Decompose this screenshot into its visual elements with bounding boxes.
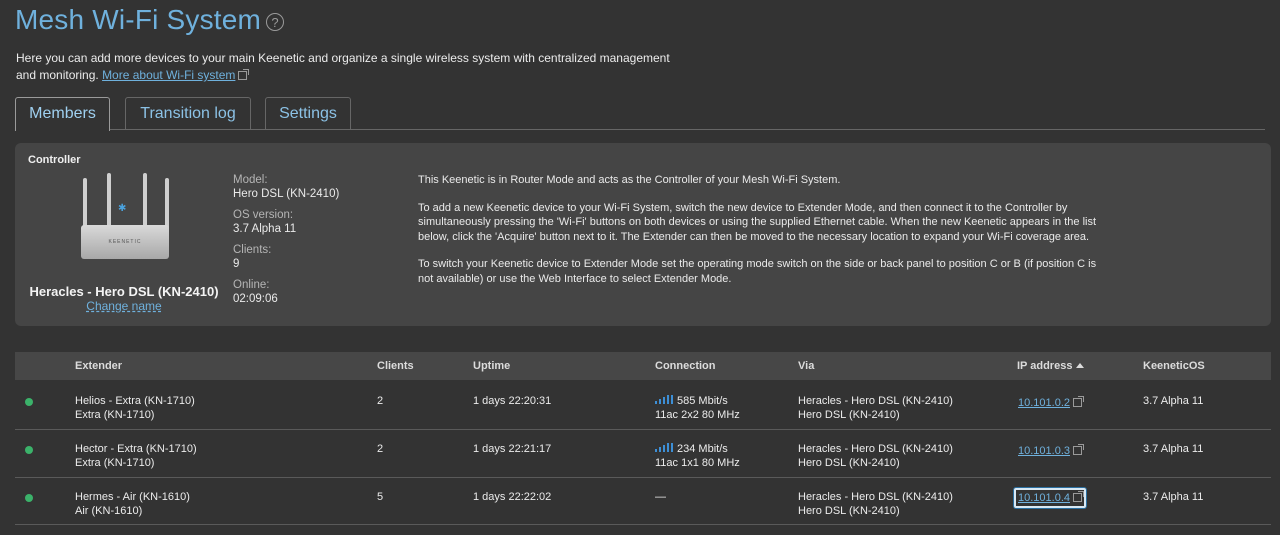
tabs-divider xyxy=(15,129,1265,130)
ip-address: 10.101.0.4 xyxy=(1018,492,1070,504)
external-link-icon xyxy=(1073,396,1084,407)
controller-name: Heracles - Hero DSL (KN-2410) xyxy=(29,284,219,299)
col-ip-label: IP address xyxy=(1017,360,1073,372)
model-spec: Model: Hero DSL (KN-2410) xyxy=(233,173,339,201)
status-online-icon xyxy=(25,398,33,406)
page-title: Mesh Wi-Fi System xyxy=(15,4,262,35)
col-keeneticos[interactable]: KeeneticOS xyxy=(1143,360,1205,372)
online-value: 02:09:06 xyxy=(233,293,278,305)
col-ip-address[interactable]: IP address xyxy=(1017,360,1085,372)
ip-address-link[interactable]: 10.101.0.2 xyxy=(1015,394,1085,412)
extender-name: Helios - Extra (KN-1710) xyxy=(75,395,195,407)
online-label: Online: xyxy=(233,279,270,291)
clients-label: Clients: xyxy=(233,244,272,256)
clients-count: 5 xyxy=(377,491,384,503)
col-via[interactable]: Via xyxy=(798,360,814,372)
col-uptime[interactable]: Uptime xyxy=(473,360,510,372)
os-version: 3.7 Alpha 11 xyxy=(1143,443,1204,455)
connection-speed: 234 Mbit/s xyxy=(677,443,728,455)
via-model: Hero DSL (KN-2410) xyxy=(798,409,900,421)
ip-address: 10.101.0.2 xyxy=(1018,397,1070,409)
connection-speed: — xyxy=(655,491,666,503)
tab-settings[interactable]: Settings xyxy=(265,97,351,129)
os-value: 3.7 Alpha 11 xyxy=(233,223,297,235)
via-model: Hero DSL (KN-2410) xyxy=(798,505,900,517)
tab-transition-log[interactable]: Transition log xyxy=(125,97,251,129)
controller-text-3: To switch your Keenetic device to Extend… xyxy=(418,258,1097,285)
extender-model: Extra (KN-1710) xyxy=(75,409,155,421)
status-online-icon xyxy=(25,494,33,502)
clients-count: 2 xyxy=(377,395,384,407)
table-row[interactable]: Helios - Extra (KN-1710) Extra (KN-1710)… xyxy=(15,381,1271,430)
ip-address-link[interactable]: 10.101.0.4 xyxy=(1014,488,1086,508)
extender-name: Hector - Extra (KN-1710) xyxy=(75,443,197,455)
via-name: Heracles - Hero DSL (KN-2410) xyxy=(798,443,953,455)
ip-address-link[interactable]: 10.101.0.3 xyxy=(1015,442,1085,460)
router-image: ✱ KEENETIC xyxy=(77,173,173,263)
col-extender[interactable]: Extender xyxy=(75,360,122,372)
via-model: Hero DSL (KN-2410) xyxy=(798,457,900,469)
col-clients[interactable]: Clients xyxy=(377,360,414,372)
connection-mode: 11ac 1x1 80 MHz xyxy=(655,457,740,469)
signal-strength-icon xyxy=(655,443,673,452)
model-value: Hero DSL (KN-2410) xyxy=(233,188,340,200)
os-spec: OS version: 3.7 Alpha 11 xyxy=(233,208,296,236)
intro-text: Here you can add more devices to your ma… xyxy=(16,50,676,84)
ip-address: 10.101.0.3 xyxy=(1018,445,1070,457)
model-label: Model: xyxy=(233,174,268,186)
extender-model: Extra (KN-1710) xyxy=(75,457,155,469)
sort-ascending-icon xyxy=(1076,363,1085,368)
extenders-table-header: Extender Clients Uptime Connection Via I… xyxy=(15,352,1271,380)
help-icon[interactable]: ? xyxy=(266,13,284,31)
clients-value: 9 xyxy=(233,258,240,270)
signal-strength-icon xyxy=(655,395,673,404)
online-spec: Online: 02:09:06 xyxy=(233,278,278,306)
external-link-icon xyxy=(1073,444,1084,455)
connection-speed: 585 Mbit/s xyxy=(677,395,728,407)
table-bottom-border xyxy=(15,524,1271,525)
controller-text-2: To add a new Keenetic device to your Wi-… xyxy=(418,201,1097,243)
clients-count: 2 xyxy=(377,443,384,455)
controller-description: This Keenetic is in Router Mode and acts… xyxy=(418,173,1098,299)
controller-card: Controller ✱ KEENETIC Heracles - Hero DS… xyxy=(15,143,1271,326)
controller-text-1: This Keenetic is in Router Mode and acts… xyxy=(418,174,841,186)
extender-model: Air (KN-1610) xyxy=(75,505,143,517)
col-connection[interactable]: Connection xyxy=(655,360,716,372)
uptime-value: 1 days 22:20:31 xyxy=(473,395,552,407)
os-version: 3.7 Alpha 11 xyxy=(1143,395,1204,407)
external-link-icon xyxy=(1073,491,1084,502)
change-name-link[interactable]: Change name xyxy=(15,299,233,313)
status-online-icon xyxy=(25,446,33,454)
uptime-value: 1 days 22:21:17 xyxy=(473,443,552,455)
via-name: Heracles - Hero DSL (KN-2410) xyxy=(798,491,953,503)
table-row[interactable]: Hector - Extra (KN-1710) Extra (KN-1710)… xyxy=(15,429,1271,478)
router-logo: KEENETIC xyxy=(108,239,142,245)
controller-section-label: Controller xyxy=(28,154,81,166)
wifi-indicator-icon: ✱ xyxy=(118,203,127,214)
table-row[interactable]: Hermes - Air (KN-1610) Air (KN-1610) 5 1… xyxy=(15,477,1271,525)
connection-mode: 11ac 2x2 80 MHz xyxy=(655,409,740,421)
clients-spec: Clients: 9 xyxy=(233,243,271,271)
external-link-icon xyxy=(238,69,250,80)
os-version: 3.7 Alpha 11 xyxy=(1143,491,1204,503)
os-label: OS version: xyxy=(233,209,294,221)
uptime-value: 1 days 22:22:02 xyxy=(473,491,552,503)
more-about-wifi-link[interactable]: More about Wi-Fi system xyxy=(102,68,250,82)
more-link-label: More about Wi-Fi system xyxy=(102,68,236,82)
tab-members[interactable]: Members xyxy=(15,97,110,131)
via-name: Heracles - Hero DSL (KN-2410) xyxy=(798,395,953,407)
extender-name: Hermes - Air (KN-1610) xyxy=(75,491,190,503)
